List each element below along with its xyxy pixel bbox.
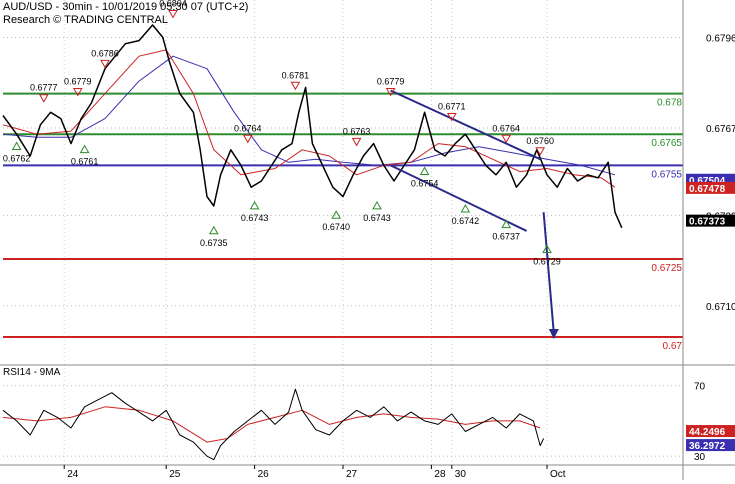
low-marker-label: 0.6743 [241, 213, 269, 223]
low-marker-label: 0.6735 [200, 238, 228, 248]
rsi-tick-label: 70 [694, 382, 706, 393]
price-box-label: 0.67373 [689, 217, 726, 228]
low-marker-label: 0.6737 [492, 232, 520, 242]
high-marker-label: 0.6779 [377, 77, 405, 87]
chart-subtitle: Research © TRADING CENTRAL [3, 14, 168, 26]
y-tick-label: 0.6710 [706, 302, 735, 313]
chart-background [0, 0, 735, 480]
low-marker-label: 0.6742 [452, 216, 480, 226]
high-marker-label: 0.6781 [282, 70, 310, 80]
level-label: 0.6765 [651, 138, 682, 149]
chart-title: AUD/USD - 30min - 10/01/2019 05:30 07 (U… [3, 1, 249, 13]
low-marker-label: 0.6762 [3, 154, 31, 164]
level-label: 0.6725 [651, 263, 682, 274]
x-tick-label: Oct [550, 469, 566, 480]
level-label: 0.678 [657, 98, 682, 109]
x-tick-label: 28 [434, 469, 446, 480]
high-marker-label: 0.6777 [30, 83, 58, 93]
low-marker-label: 0.6754 [411, 179, 439, 189]
high-marker-label: 0.6771 [438, 101, 466, 111]
low-marker-label: 0.6761 [71, 157, 99, 167]
low-marker-label: 0.6740 [322, 222, 350, 232]
y-tick-label: 0.6767 [706, 124, 735, 135]
x-tick-label: 27 [346, 469, 358, 480]
level-label: 0.6755 [651, 169, 682, 180]
chart-canvas: 0.678 0.6765 0.6755 0.6725 0.67 0.6777 0.6779… [0, 0, 735, 480]
rsi-value-label: 44.2496 [689, 427, 726, 438]
high-marker-label: 0.6764 [234, 123, 262, 133]
y-tick-label: 0.6796 [706, 33, 735, 44]
x-tick-label: 30 [455, 469, 467, 480]
level-label: 0.67 [663, 341, 683, 352]
high-marker-label: 0.6763 [343, 126, 371, 136]
high-marker-label: 0.6786 [91, 48, 119, 58]
low-marker-label: 0.6743 [363, 213, 391, 223]
price-box-label: 0.67478 [689, 184, 726, 195]
low-marker-label: 0.6729 [533, 257, 561, 267]
rsi-label: RSI14 - 9MA [3, 367, 61, 378]
x-tick-label: 25 [169, 469, 181, 480]
rsi-value-label: 36.2972 [689, 441, 726, 452]
x-tick-label: 24 [67, 469, 79, 480]
x-tick-label: 26 [258, 469, 270, 480]
high-marker-label: 0.6764 [492, 123, 520, 133]
high-marker-label: 0.6760 [526, 136, 554, 146]
high-marker-label: 0.6779 [64, 77, 92, 87]
price-chart: 0.678 0.6765 0.6755 0.6725 0.67 0.6777 0.6779… [0, 0, 735, 480]
rsi-tick-label: 30 [694, 452, 706, 463]
